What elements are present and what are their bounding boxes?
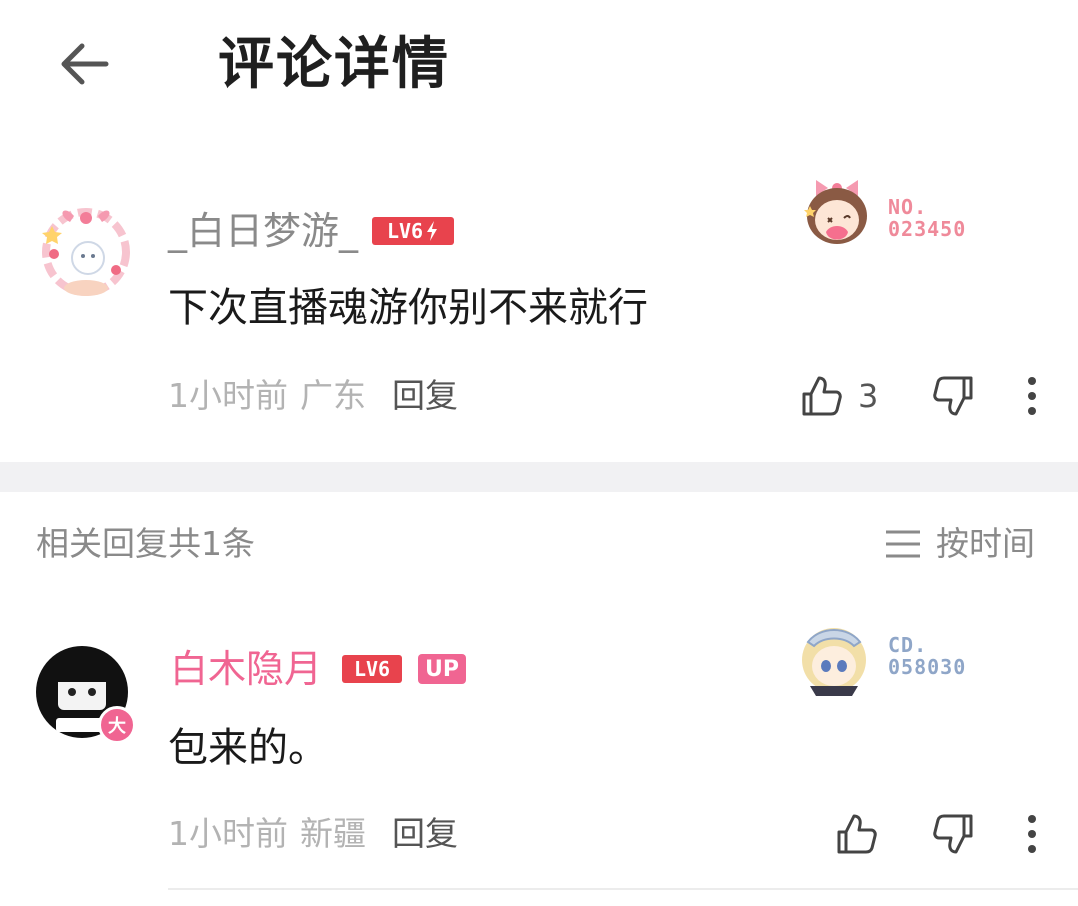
- fan-badge-number: 023450: [888, 217, 967, 241]
- up-badge: UP: [418, 654, 467, 684]
- avatar[interactable]: [36, 196, 136, 304]
- back-button[interactable]: [52, 34, 116, 94]
- thumbs-up-icon: [802, 376, 842, 416]
- fan-badge-avatar: [802, 628, 866, 696]
- arrow-left-icon: [61, 43, 109, 85]
- lightning-icon: [427, 221, 438, 241]
- reply-time: 1小时前: [168, 814, 288, 853]
- reply-location: 新疆: [300, 814, 366, 853]
- avatar-tag: 大: [98, 706, 136, 744]
- like-button[interactable]: 3: [800, 372, 892, 420]
- page-title: 评论详情: [218, 32, 450, 97]
- like-count: 3: [858, 377, 879, 415]
- reply-button[interactable]: 回复: [392, 814, 458, 854]
- dislike-button[interactable]: [928, 810, 978, 858]
- reply-username[interactable]: 白木隐月: [170, 646, 322, 692]
- reply-avatar[interactable]: 大: [36, 646, 136, 744]
- more-options-button[interactable]: [1014, 372, 1050, 420]
- reply-username-row: 白木隐月 LV6 UP: [170, 646, 467, 692]
- comment-location: 广东: [300, 376, 366, 415]
- sort-lines-icon: [886, 530, 920, 558]
- dislike-button[interactable]: [928, 372, 978, 420]
- more-vertical-icon: [1028, 377, 1036, 415]
- fan-badge[interactable]: NO. 023450: [800, 170, 990, 250]
- avatar-tag-text: 大: [108, 716, 126, 737]
- level-badge-text: LV6: [386, 219, 424, 243]
- reply-meta-row: 1小时前 新疆 回复: [168, 814, 458, 854]
- section-divider: [0, 462, 1078, 492]
- thumbs-down-icon: [933, 814, 973, 854]
- more-vertical-icon: [1028, 815, 1036, 853]
- fan-badge-avatar: [804, 180, 867, 244]
- more-options-button[interactable]: [1014, 810, 1050, 858]
- row-divider: [168, 888, 1078, 890]
- replies-count-label: 相关回复共1条: [36, 524, 255, 563]
- comment-username-row: _白日梦游_ LV6: [168, 208, 455, 254]
- like-button[interactable]: [832, 810, 882, 858]
- avatar-image: [42, 208, 130, 296]
- thumbs-up-icon: [837, 814, 877, 854]
- thumbs-down-icon: [933, 376, 973, 416]
- fan-badge-number: 058030: [888, 655, 967, 679]
- comment-time: 1小时前: [168, 376, 288, 415]
- level-badge: LV6: [342, 655, 403, 683]
- level-badge: LV6: [372, 217, 455, 245]
- comment-meta-row: 1小时前 广东 回复: [168, 376, 458, 416]
- reply-text: 包来的。: [168, 725, 328, 771]
- reply-button[interactable]: 回复: [392, 376, 458, 416]
- sort-button[interactable]: 按时间: [884, 524, 1035, 564]
- fan-badge[interactable]: CD. 058030: [796, 620, 996, 700]
- fan-badge-label: CD.: [888, 633, 928, 657]
- comment-username[interactable]: _白日梦游_: [168, 208, 358, 254]
- fan-badge-label: NO.: [888, 195, 928, 219]
- comment-text: 下次直播魂游你别不来就行: [168, 285, 648, 331]
- sort-label: 按时间: [936, 524, 1035, 563]
